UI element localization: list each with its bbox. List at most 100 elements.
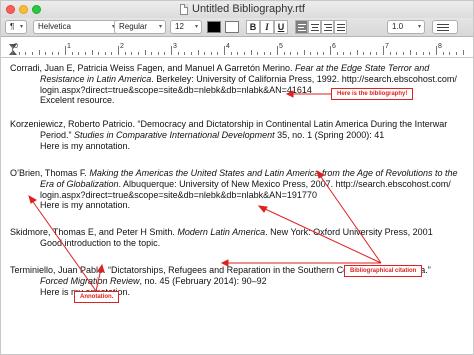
ruler-tick: [78, 52, 79, 55]
ruler-tick: [337, 52, 338, 55]
font-family-dropdown[interactable]: Helvetica▾: [33, 20, 119, 34]
highlight-color-well[interactable]: [225, 21, 239, 33]
ruler-tick: [217, 52, 218, 55]
ruler-tick: [178, 52, 179, 55]
ruler-tick: [383, 46, 384, 55]
citation-title: Fear at the Edge State Terror and: [294, 63, 430, 73]
bibliography-entry: O’Brien, Thomas F. Making the Americas t…: [10, 168, 458, 211]
ruler-tick: [317, 52, 318, 55]
ruler-tick: [39, 50, 40, 55]
citation-title: Studies in Comparative International Dev…: [74, 129, 275, 140]
ruler-tick: [231, 52, 232, 55]
close-window-button[interactable]: [6, 5, 15, 14]
citation-title: Resistance in Latin America: [40, 73, 152, 84]
ruler-tick: [204, 52, 205, 55]
ruler-number: 6: [332, 43, 336, 50]
ruler-number: 3: [173, 43, 177, 50]
font-size-field[interactable]: 12 ▾: [170, 20, 202, 34]
ruler-tick: [390, 52, 391, 55]
citation-title: Modern Latin America: [177, 227, 266, 237]
citation-callout: Bibliographical citation: [344, 265, 423, 277]
ruler-tick: [363, 52, 364, 55]
ruler-tick: [443, 52, 444, 55]
ruler-tick: [251, 50, 252, 55]
ruler-tick: [65, 46, 66, 55]
ruler-tick: [264, 52, 265, 55]
bold-button[interactable]: B: [246, 20, 260, 34]
ruler-tick: [52, 52, 53, 55]
underline-button[interactable]: U: [274, 20, 288, 34]
zoom-window-button[interactable]: [32, 5, 41, 14]
ruler-tick: [58, 52, 59, 55]
align-right-button[interactable]: [321, 20, 334, 34]
title-bar[interactable]: Untitled Bibliography.rtf: [1, 1, 473, 18]
ruler-tick: [416, 52, 417, 55]
font-style-dropdown[interactable]: Regular ▾: [114, 20, 166, 34]
citation-text: 35, no. 1 (Spring 2000): 41: [274, 129, 385, 140]
line-spacing-dropdown[interactable]: 1.0 ▾: [387, 20, 425, 34]
ruler-tick: [45, 52, 46, 55]
align-left-button[interactable]: [295, 20, 308, 34]
ruler-number: 2: [120, 43, 124, 50]
ruler-tick: [19, 52, 20, 55]
ruler-tick: [98, 52, 99, 55]
ruler-tick: [350, 52, 351, 55]
ruler-tick: [32, 52, 33, 55]
ruler-tick: [330, 46, 331, 55]
ruler-tick: [184, 52, 185, 55]
citation-text: Skidmore, Thomas E, and Peter H Smith.: [10, 227, 178, 237]
left-indent-marker[interactable]: [9, 50, 17, 55]
format-toolbar: ¶▾ Helvetica▾ Regular▾ 12▾ B I U 1.0▾: [1, 18, 473, 37]
window-title: Untitled Bibliography.rtf: [192, 3, 305, 15]
citation-text: Korzeniewicz, Roberto Patricio. “Democra…: [10, 119, 448, 129]
citation-title: Making the Americas the United States an…: [89, 168, 458, 178]
ruler-number: 7: [385, 43, 389, 50]
citation-text: . Albuquerque: University of New Mexico …: [118, 178, 451, 189]
ruler-tick: [463, 50, 464, 55]
ruler-tick: [277, 46, 278, 55]
ruler-tick: [270, 52, 271, 55]
ruler-tick: [171, 46, 172, 55]
ruler[interactable]: 0 1 2 3 4 5 6 7 8: [1, 38, 473, 58]
align-center-button[interactable]: [308, 20, 321, 34]
citation-title: Era of Globalization: [40, 178, 119, 189]
list-bullets-button[interactable]: [432, 20, 458, 34]
ruler-tick: [396, 52, 397, 55]
ruler-tick: [429, 52, 430, 55]
italic-button[interactable]: I: [260, 20, 274, 34]
ruler-tick: [131, 52, 132, 55]
ruler-tick: [323, 52, 324, 55]
ruler-number: 8: [438, 43, 442, 50]
document-icon[interactable]: [180, 4, 188, 15]
citation-text: , no. 45 (February 2014): 90–92: [139, 275, 267, 286]
text-color-well[interactable]: [207, 21, 221, 33]
bibliography-entry: Skidmore, Thomas E, and Peter H Smith. M…: [10, 227, 433, 249]
annotation-text: Good introduction to the topic.: [40, 237, 161, 248]
ruler-tick: [237, 52, 238, 55]
citation-text: . New York: Oxford University Press, 200…: [265, 227, 433, 237]
ruler-tick: [257, 52, 258, 55]
justify-button[interactable]: [334, 20, 347, 34]
ruler-number: 0: [14, 43, 18, 50]
ruler-tick: [376, 52, 377, 55]
ruler-tick: [456, 52, 457, 55]
citation-text: . Berkeley: University of California Pre…: [151, 73, 457, 84]
ruler-tick: [244, 52, 245, 55]
ruler-tick: [284, 52, 285, 55]
minimize-window-button[interactable]: [19, 5, 28, 14]
ruler-tick: [85, 52, 86, 55]
paragraph-style-dropdown[interactable]: ¶ ▾: [5, 20, 27, 34]
ruler-tick: [290, 52, 291, 55]
ruler-tick: [370, 52, 371, 55]
bibliography-callout: Here is the bibliography!: [331, 88, 414, 100]
ruler-tick: [198, 50, 199, 55]
ruler-tick: [436, 46, 437, 55]
citation-url: login.aspx?direct=true&scope=site&db=nle…: [40, 189, 317, 200]
annotation-callout: Annotation.: [74, 291, 120, 303]
ruler-tick: [357, 50, 358, 55]
citation-text: O’Brien, Thomas F.: [10, 168, 90, 178]
ruler-tick: [410, 50, 411, 55]
bibliography-entry: Korzeniewicz, Roberto Patricio. “Democra…: [10, 119, 447, 151]
citation-text: Period.”: [40, 129, 75, 140]
ruler-tick: [138, 52, 139, 55]
